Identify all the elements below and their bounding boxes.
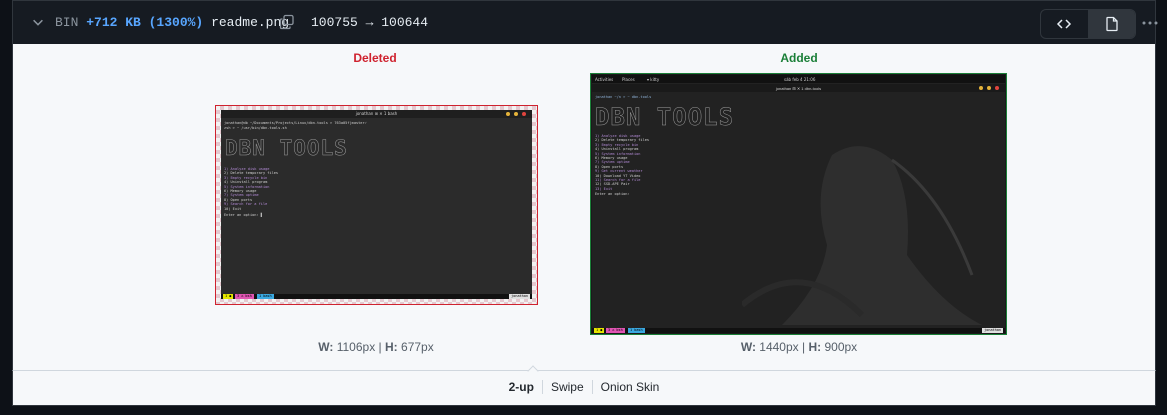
tmux-status-bar: 1 ● 3 ⌂ bsh 1 bash jonathan: [221, 294, 532, 299]
copy-icon[interactable]: [279, 14, 295, 30]
added-image: Activities Places ▾ kitty sáb feb 4 21:0…: [590, 73, 1007, 335]
size-delta: +712 KB (1300%): [86, 15, 204, 30]
panel-item: Activities: [595, 77, 614, 82]
terminal-banner: DBN TOOLS: [225, 136, 348, 161]
added-width: 1440px: [759, 340, 799, 354]
deleted-image: jonathan ⊞ ✕ 1 bash jonathan@db ~/Docume…: [215, 105, 538, 305]
terminal-prompt: jonathan ~/n > ~ dbn-tools: [595, 95, 652, 99]
terminal-input: Enter an option: ▌: [224, 213, 263, 217]
tab-onion-skin[interactable]: Onion Skin: [591, 380, 668, 394]
terminal-input: Enter an option:: [595, 192, 630, 196]
file-kind: BIN: [55, 15, 79, 30]
maximize-dot-icon: [987, 86, 991, 90]
terminal-title: jonathan ⊞ ✕ 1 dbn-tools: [775, 86, 822, 91]
view-mode-tabs: 2-up Swipe Onion Skin: [13, 380, 1155, 394]
terminal-menu-item: 10) Exit: [224, 206, 242, 211]
terminal-prompt: jonathan@db ~/Documents/Projects/Linux/d…: [224, 121, 367, 125]
status-segment: 3 ⌂ bsh: [606, 328, 625, 333]
panel-item: Places: [622, 77, 635, 82]
gnome-top-panel: Activities Places ▾ kitty sáb feb 4 21:0…: [592, 75, 1005, 83]
close-dot-icon: [522, 112, 526, 116]
file-name: readme.png: [211, 15, 290, 30]
deleted-label: Deleted: [353, 51, 397, 65]
wallpaper-figure: [742, 146, 982, 325]
status-segment: 1 bash: [628, 328, 645, 333]
rich-view-button[interactable]: [1087, 10, 1135, 38]
status-segment: 1 ●: [223, 294, 234, 299]
image-diff-2up: Deleted Added jonathan ⊞ ✕ 1 bash jonath…: [12, 44, 1156, 370]
minimize-dot-icon: [979, 86, 983, 90]
code-icon: [1057, 19, 1072, 29]
file-icon: [1106, 16, 1118, 32]
tab-swipe[interactable]: Swipe: [541, 380, 592, 394]
file-summary: BIN +712 KB (1300%) readme.png: [55, 15, 289, 30]
added-dimensions: W: 1440px | H: 900px: [740, 340, 858, 354]
chevron-down-icon[interactable]: [31, 15, 45, 29]
maximize-dot-icon: [514, 112, 518, 116]
deleted-terminal-screenshot: jonathan ⊞ ✕ 1 bash jonathan@db ~/Docume…: [221, 110, 532, 299]
panel-clock: sáb feb 4 21:06: [784, 77, 816, 82]
status-segment: 3 ⌂ bsh: [235, 294, 254, 299]
status-segment: 1 bash: [257, 294, 274, 299]
added-label: Added: [780, 51, 818, 65]
view-mode-bar: 2-up Swipe Onion Skin: [12, 365, 1156, 406]
close-dot-icon: [995, 86, 999, 90]
terminal-title: jonathan ⊞ ✕ 1 bash: [355, 111, 398, 116]
terminal-menu-item: 13) Exit: [595, 186, 613, 191]
added-desktop-screenshot: Activities Places ▾ kitty sáb feb 4 21:0…: [592, 75, 1005, 333]
view-toggle: [1040, 9, 1136, 39]
status-segment: 1 ●: [594, 328, 605, 333]
tmux-status-bar: 1 ● 3 ⌂ bsh 1 bash jonathan: [592, 328, 1005, 333]
terminal-banner: DBN TOOLS: [595, 103, 735, 132]
terminal-command: zsh > ~ /usr/bin/dbn-tools.sh: [224, 126, 287, 130]
added-height: 900px: [824, 340, 858, 354]
deleted-width: 1106px: [336, 340, 376, 354]
minimize-dot-icon: [506, 112, 510, 116]
panel-item: ▾ kitty: [647, 77, 660, 82]
deleted-height: 677px: [401, 340, 434, 354]
tab-2-up[interactable]: 2-up: [501, 380, 542, 394]
source-view-button[interactable]: [1041, 10, 1088, 38]
file-header: BIN +712 KB (1300%) readme.png 100755 → …: [12, 0, 1159, 44]
deleted-dimensions: W: 1106px | H: 677px: [318, 340, 434, 354]
kebab-horizontal-icon[interactable]: [1141, 15, 1159, 31]
status-user: jonathan: [982, 328, 1003, 333]
status-user: jonathan: [509, 294, 530, 299]
file-mode-change: 100755 → 100644: [311, 15, 429, 30]
